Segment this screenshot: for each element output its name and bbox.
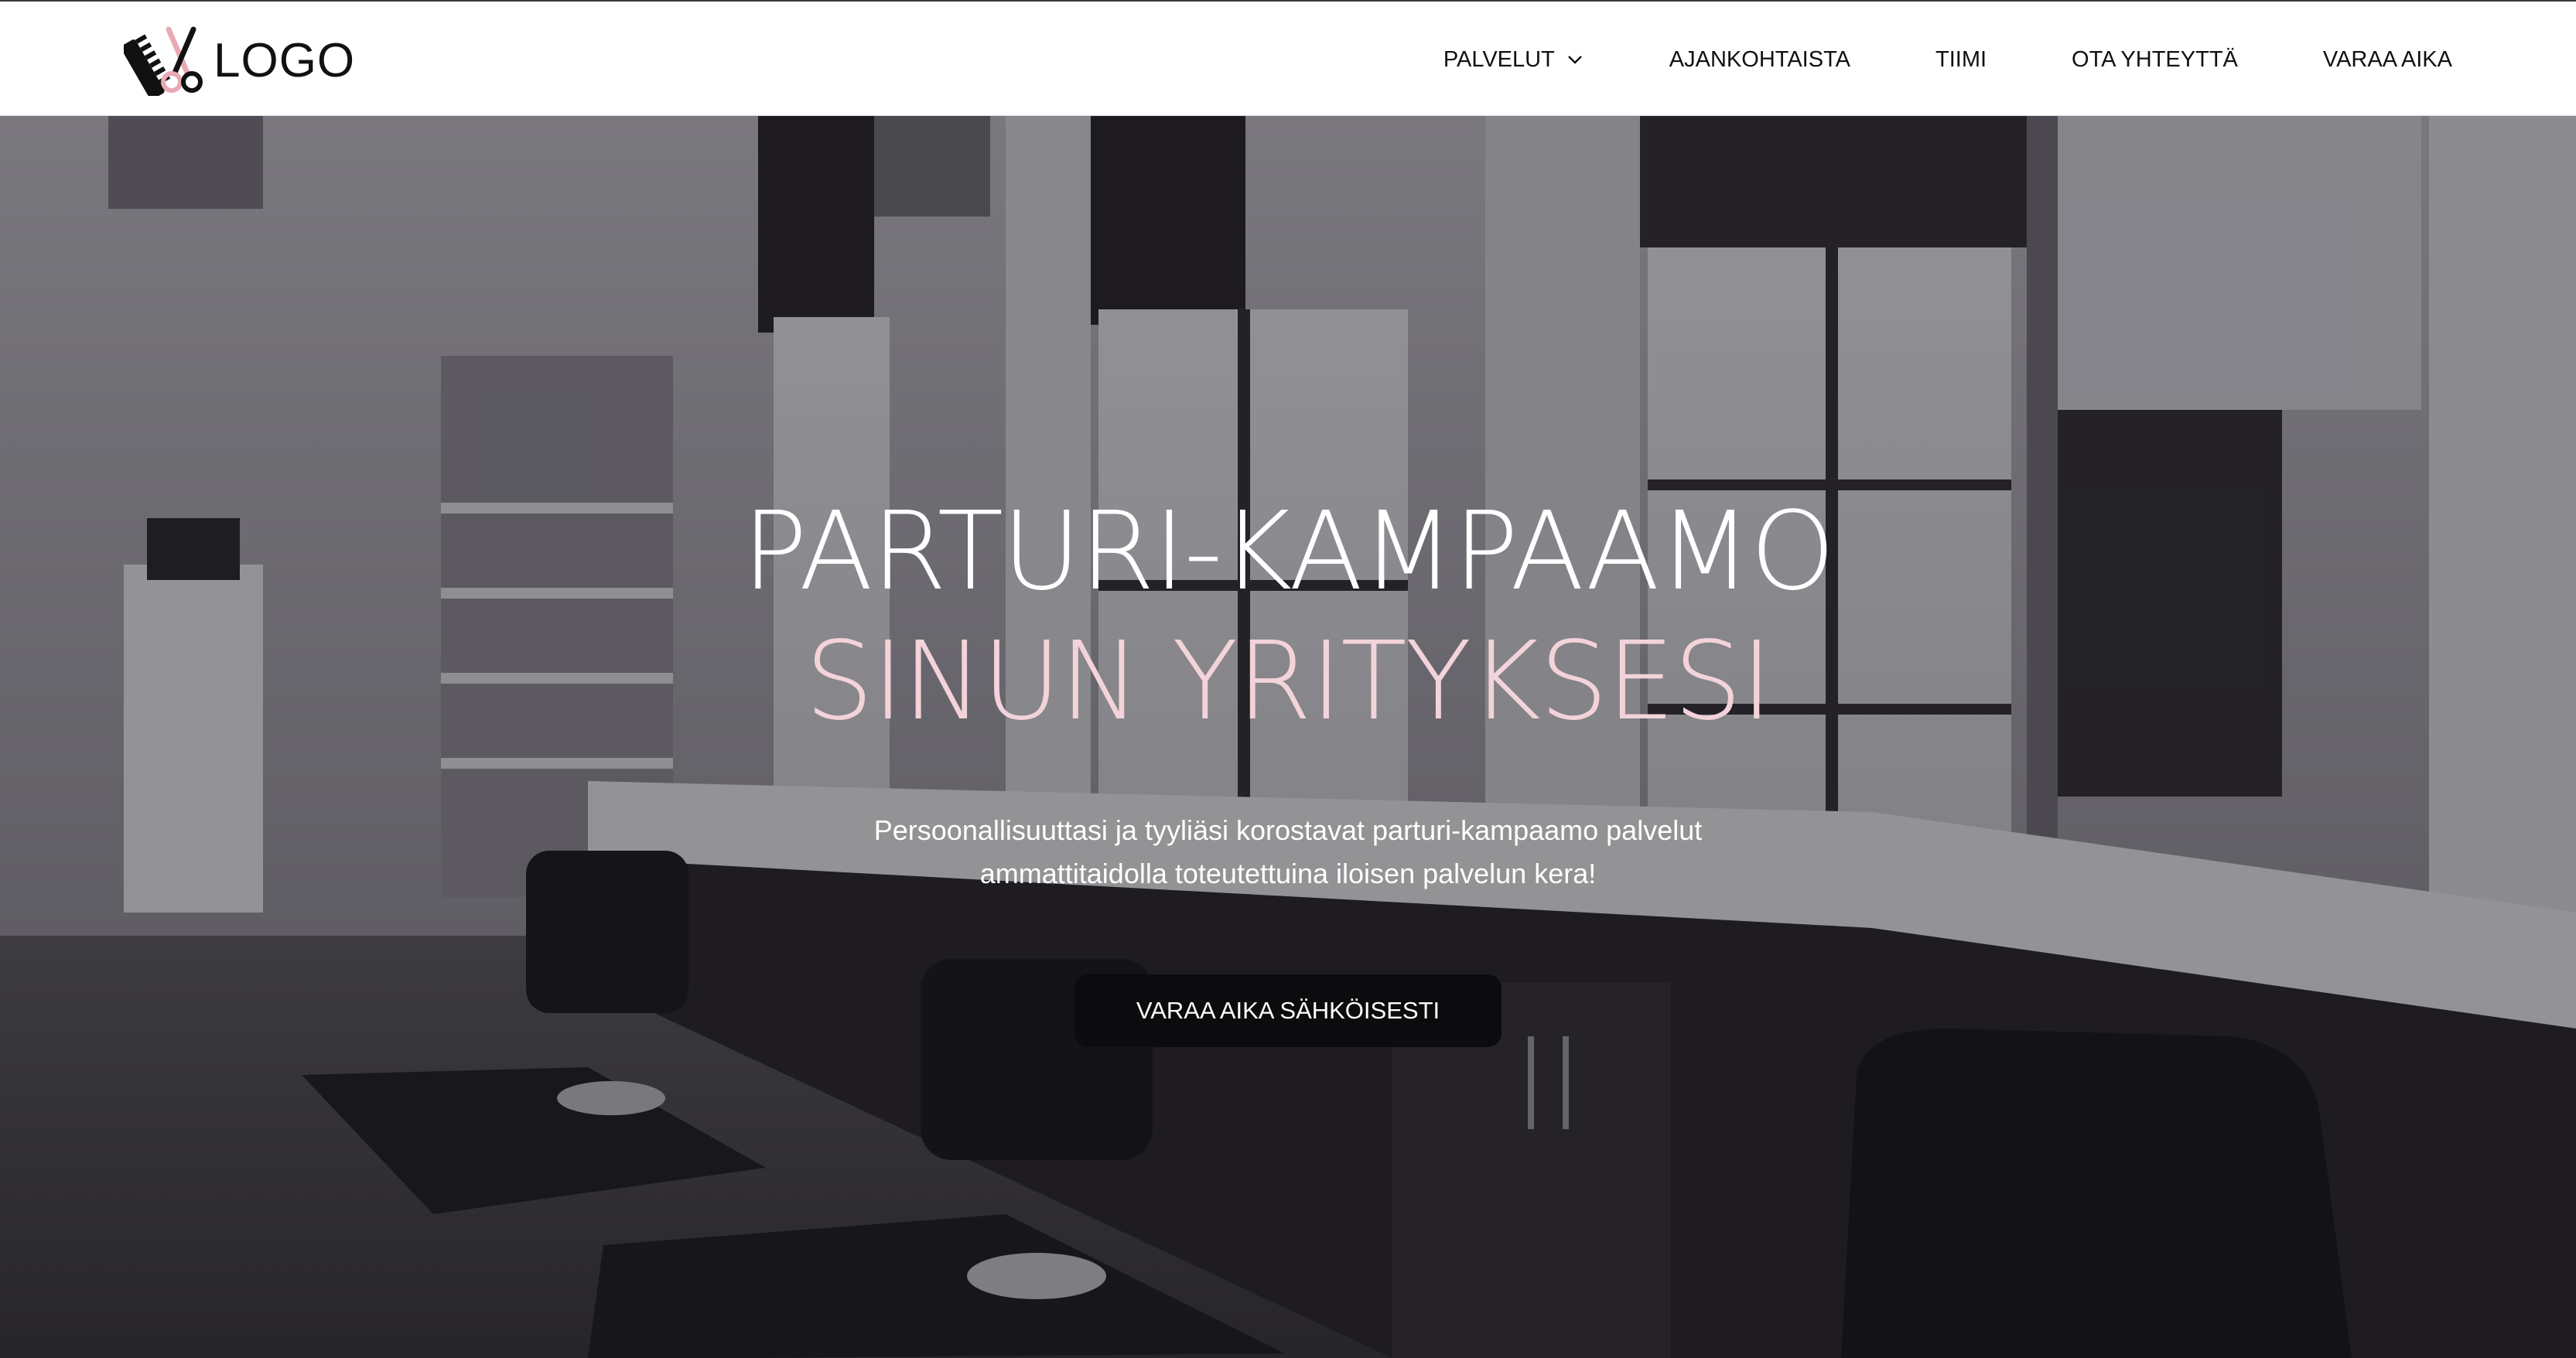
- main-nav: PALVELUT AJANKOHTAISTA TIIMI OTA YHTEYTT…: [1443, 2, 2452, 118]
- nav-item-palvelut[interactable]: PALVELUT: [1443, 47, 1584, 73]
- site-header: LOGO PALVELUT AJANKOHTAISTA TIIMI OTA YH…: [0, 0, 2576, 116]
- nav-item-label: OTA YHTEYTTÄ: [2072, 46, 2238, 72]
- hero-content: PARTURI-KAMPAAMO SINUN YRITYKSESI Persoo…: [0, 487, 2576, 1047]
- hero-section: PARTURI-KAMPAAMO SINUN YRITYKSESI Persoo…: [0, 116, 2576, 1358]
- hero-lead-text: Persoonallisuuttasi ja tyyliäsi korostav…: [873, 814, 1703, 889]
- nav-item-ajankohtaista[interactable]: AJANKOHTAISTA: [1669, 47, 1850, 73]
- nav-item-label: VARAA AIKA: [2322, 46, 2452, 72]
- nav-item-label: TIIMI: [1935, 46, 1987, 72]
- logo-text: LOGO: [214, 33, 356, 87]
- nav-item-label: PALVELUT: [1443, 46, 1555, 72]
- nav-item-varaa-aika[interactable]: VARAA AIKA: [2323, 47, 2452, 73]
- chevron-down-icon: [1567, 56, 1582, 64]
- nav-item-ota-yhteytta[interactable]: OTA YHTEYTTÄ: [2072, 47, 2238, 73]
- hero-title-line1: PARTURI-KAMPAAMO: [742, 489, 1835, 615]
- book-online-button[interactable]: VARAA AIKA SÄHKÖISESTI: [1074, 974, 1502, 1047]
- comb-and-scissors-icon: [124, 26, 203, 96]
- hero-title-line2: SINUN YRITYKSESI: [805, 619, 1773, 745]
- nav-item-label: AJANKOHTAISTA: [1669, 46, 1850, 72]
- logo[interactable]: LOGO: [124, 25, 355, 96]
- nav-item-tiimi[interactable]: TIIMI: [1935, 47, 1987, 73]
